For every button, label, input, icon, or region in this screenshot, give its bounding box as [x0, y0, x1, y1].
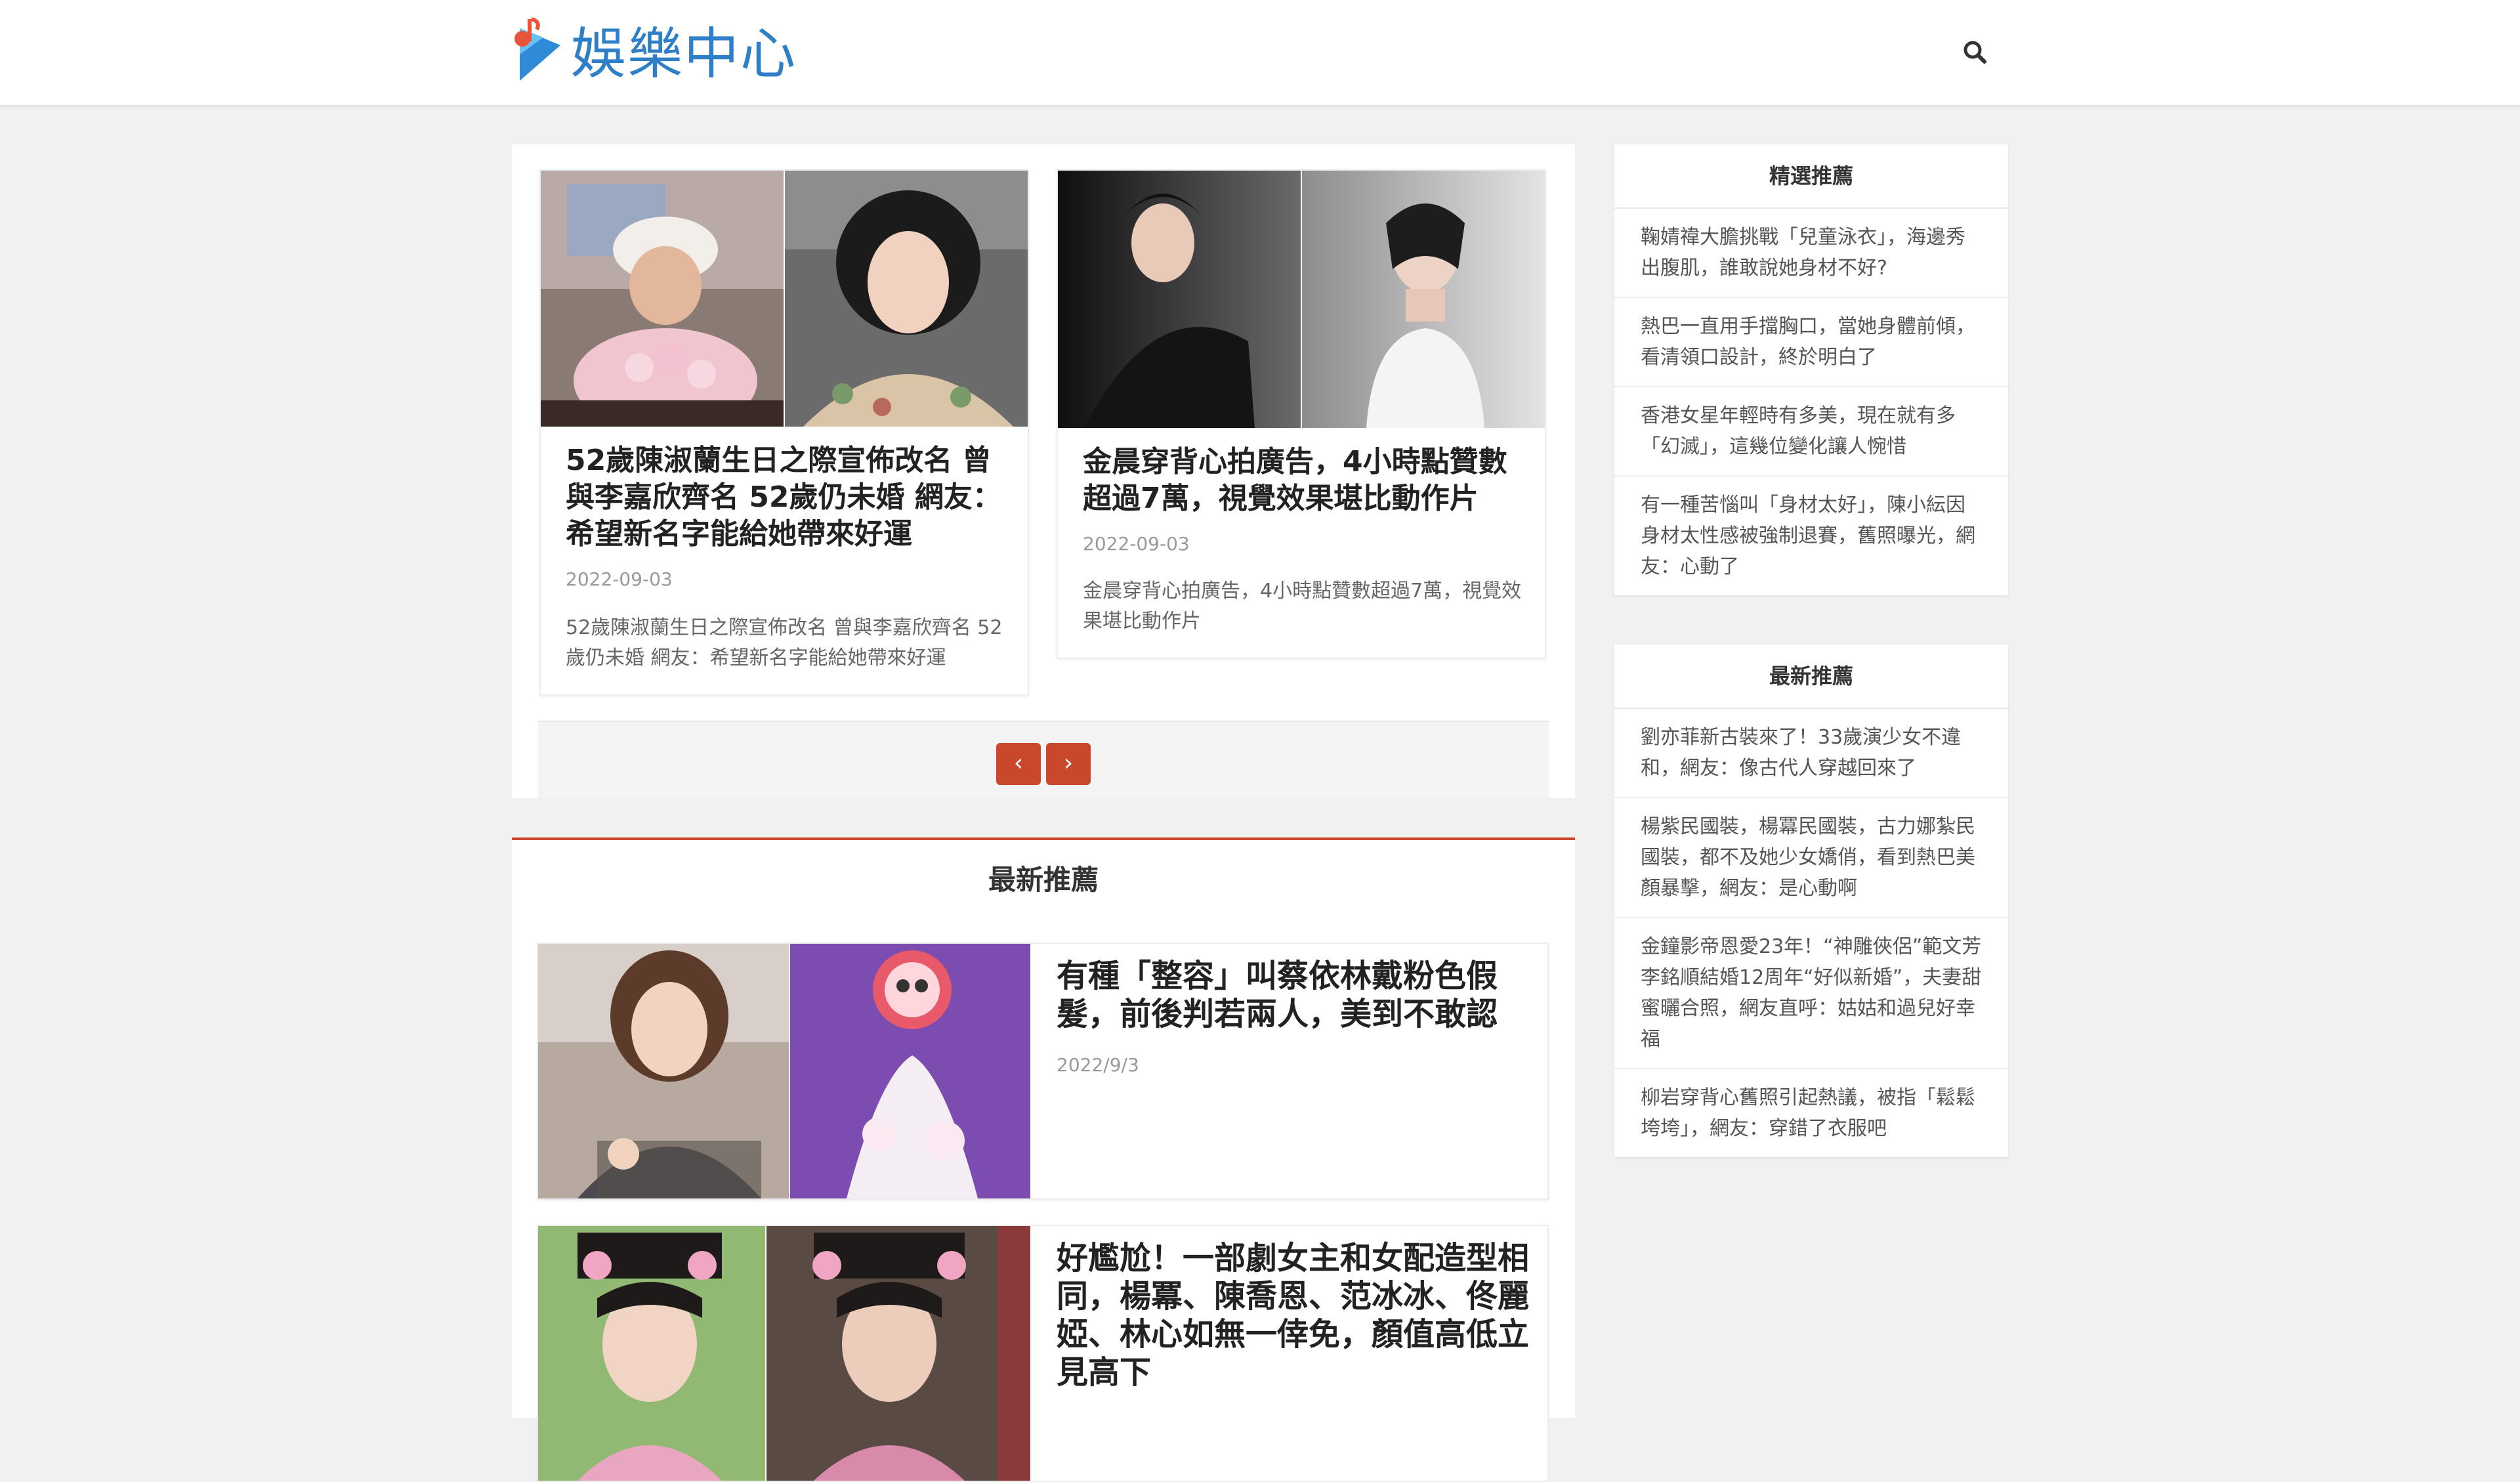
slider-card[interactable]: 金晨穿背心拍廣告，4小時點贊數超過7萬，視覺效果堪比動作片 2022-09-03…: [1057, 169, 1546, 659]
section-heading: 最新推薦: [512, 837, 1575, 921]
widget-title: 精選推薦: [1614, 144, 2008, 209]
widget-link[interactable]: 金鐘影帝恩愛23年！“神雕俠侶”範文芳李銘順結婚12周年“好似新婚”，夫妻甜蜜曬…: [1614, 918, 2008, 1069]
top-header: 娛樂中心: [0, 0, 2520, 106]
site-logo[interactable]: 娛樂中心: [511, 13, 797, 86]
latest-widget: 最新推薦 劉亦菲新古裝來了！33歲演少女不違和，網友：像古代人穿越回來了 楊紫民…: [1614, 645, 2008, 1157]
card-image[interactable]: [541, 171, 1028, 427]
widget-link[interactable]: 熱巴一直用手擋胸口，當她身體前傾，看清領口設計，終於明白了: [1614, 298, 2008, 387]
list-item[interactable]: 好尷尬！一部劇女主和女配造型相同，楊冪、陳喬恩、范冰冰、佟麗婭、林心如無一倖免，…: [537, 1225, 1549, 1482]
widget-link[interactable]: 劉亦菲新古裝來了！33歲演少女不違和，網友：像古代人穿越回來了: [1614, 709, 2008, 798]
widget-link[interactable]: 香港女星年輕時有多美，現在就有多「幻滅」，這幾位變化讓人惋惜: [1614, 387, 2008, 476]
slider-card[interactable]: 52歲陳淑蘭生日之際宣佈改名 曾與李嘉欣齊名 52歲仍未婚 網友：希望新名字能給…: [539, 169, 1029, 696]
widget-link[interactable]: 柳岩穿背心舊照引起熱議，被指「鬆鬆垮垮」，網友：穿錯了衣服吧: [1614, 1069, 2008, 1157]
logo-icon: [514, 17, 560, 81]
list-item-thumbnail[interactable]: [538, 1226, 1030, 1481]
card-excerpt: 金晨穿背心拍廣告，4小時點贊數超過7萬，視覺效果堪比動作片: [1083, 580, 1522, 633]
slider-next-button[interactable]: ›: [1046, 743, 1091, 785]
list-item-title[interactable]: 好尷尬！一部劇女主和女配造型相同，楊冪、陳喬恩、范冰冰、佟麗婭、林心如無一倖免，…: [1057, 1239, 1542, 1391]
list-item-thumbnail[interactable]: [538, 944, 1030, 1198]
card-title[interactable]: 52歲陳淑蘭生日之際宣佈改名 曾與李嘉欣齊名 52歲仍未婚 網友：希望新名字能給…: [566, 442, 1005, 553]
slider-prev-button[interactable]: ‹: [996, 743, 1041, 785]
widget-link[interactable]: 鞠婧禕大膽挑戰「兒童泳衣」，海邊秀出腹肌，誰敢說她身材不好?: [1614, 209, 2008, 298]
card-excerpt: 52歲陳淑蘭生日之際宣佈改名 曾與李嘉欣齊名 52歲仍未婚 網友：希望新名字能給…: [566, 616, 1003, 669]
list-item[interactable]: 有種「整容」叫蔡依林戴粉色假髮，前後判若兩人，美到不敢認 2022/9/3: [537, 942, 1549, 1200]
featured-widget: 精選推薦 鞠婧禕大膽挑戰「兒童泳衣」，海邊秀出腹肌，誰敢說她身材不好? 熱巴一直…: [1614, 144, 2008, 595]
widget-link[interactable]: 楊紫民國裝，楊冪民國裝，古力娜紮民國裝，都不及她少女嬌俏，看到熱巴美顏暴擊，網友…: [1614, 798, 2008, 918]
widget-link[interactable]: 有一種苦惱叫「身材太好」，陳小紜因身材太性感被強制退賽，舊照曝光，網友：心動了: [1614, 476, 2008, 595]
slider-nav: ‹ ›: [538, 721, 1549, 798]
card-date: 2022-09-03: [1083, 533, 1190, 555]
list-item-date: 2022/9/3: [1057, 1054, 1139, 1076]
search-icon[interactable]: [1961, 38, 1990, 67]
list-item-title[interactable]: 有種「整容」叫蔡依林戴粉色假髮，前後判若兩人，美到不敢認: [1057, 957, 1542, 1033]
widget-title: 最新推薦: [1614, 645, 2008, 709]
card-date: 2022-09-03: [566, 568, 673, 590]
card-image[interactable]: [1058, 171, 1545, 428]
card-title[interactable]: 金晨穿背心拍廣告，4小時點贊數超過7萬，視覺效果堪比動作片: [1083, 444, 1522, 517]
logo-text: 娛樂中心: [571, 21, 797, 86]
